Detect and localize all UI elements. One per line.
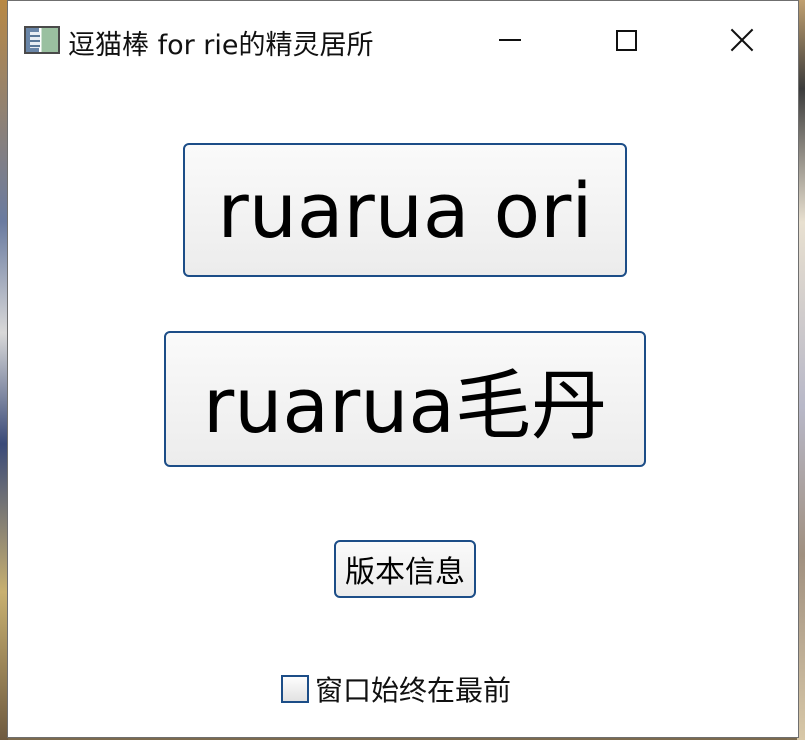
maximize-button[interactable] [568, 1, 684, 79]
window-title: 逗猫棒 for rie的精灵居所 [68, 30, 374, 61]
app-window: 逗猫棒 for rie的精灵居所 ruarua ori ruarua毛丹 版本信… [7, 0, 799, 738]
version-info-button[interactable]: 版本信息 [334, 540, 476, 598]
always-on-top-checkbox[interactable] [281, 675, 309, 703]
title-bar[interactable]: 逗猫棒 for rie的精灵居所 [8, 1, 798, 79]
minimize-button[interactable] [452, 1, 568, 79]
close-button[interactable] [684, 1, 800, 79]
maximize-icon [615, 29, 637, 51]
minimize-icon [499, 39, 521, 41]
ruarua-ori-button[interactable]: ruarua ori [183, 143, 627, 277]
close-icon [730, 28, 754, 52]
always-on-top-label: 窗口始终在最前 [315, 674, 512, 707]
app-icon [24, 26, 60, 54]
ruarua-maodan-button[interactable]: ruarua毛丹 [164, 331, 646, 467]
always-on-top-option[interactable]: 窗口始终在最前 [281, 671, 511, 707]
